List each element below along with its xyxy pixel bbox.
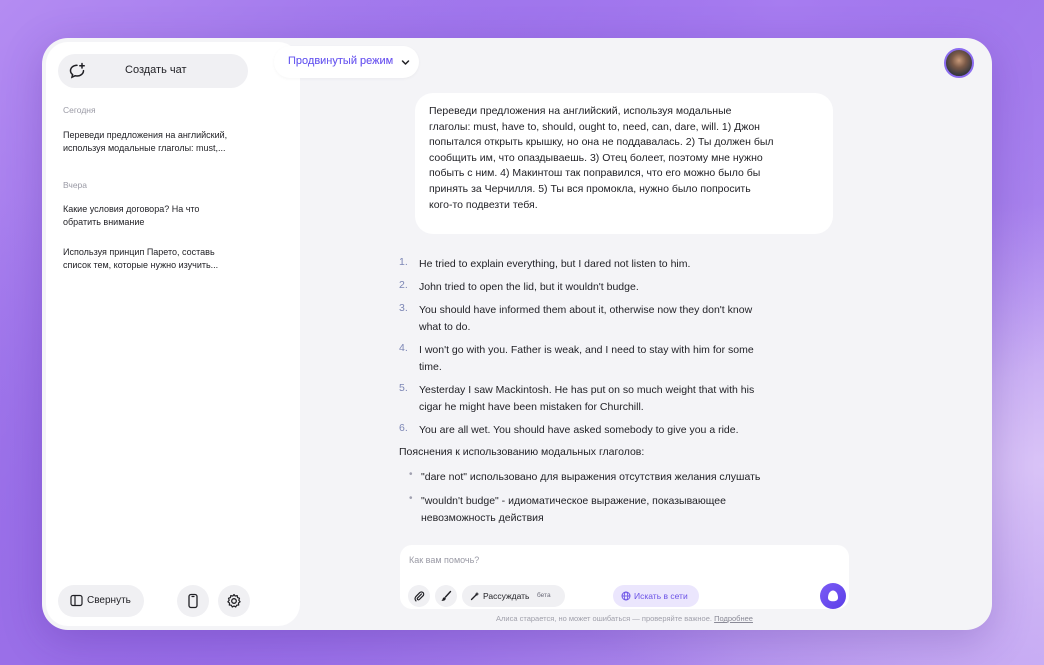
sidebar: Создать чат Сегодня Переведи предложения… [46,42,300,626]
collapse-sidebar-button[interactable]: Свернуть [58,585,144,617]
history-item[interactable]: Какие условия договора? На что обратить … [63,203,263,228]
reason-label: Рассуждать [483,591,530,601]
list-text: cigar he might have been mistaken for Ch… [419,401,644,413]
more-link[interactable]: Подробнее [714,614,753,623]
list-text: time. [419,361,442,373]
mode-label: Продвинутый режим [288,55,394,67]
history-item-line: Какие условия договора? На что [63,204,200,214]
user-avatar[interactable] [944,48,974,78]
mobile-app-button[interactable] [177,585,209,617]
list-text: Yesterday I saw Mackintosh. He has put o… [419,384,755,396]
section-today: Сегодня [63,105,96,115]
globe-icon [621,591,631,601]
app-window: Создать чат Сегодня Переведи предложения… [42,38,992,630]
message-line: кого-то подвезти тебя. [429,198,538,211]
draw-button[interactable] [435,585,457,607]
new-chat-button[interactable]: Создать чат [58,54,248,88]
collapse-label: Свернуть [87,595,131,606]
history-item-line: список тем, которые нужно изучить... [63,259,219,270]
history-item-line: Переведи предложения на английский, [63,130,228,140]
message-input-box[interactable]: Как вам помочь? Рассуждать бета Искать в… [400,545,849,609]
brush-icon [441,590,452,601]
message-input-placeholder[interactable]: Как вам помочь? [409,555,479,565]
new-chat-label: Создать чат [125,64,187,76]
web-search-toggle[interactable]: Искать в сети [613,585,699,607]
user-message: Переведи предложения на английский, испо… [415,93,833,234]
message-line: Переведи предложения на английский, испо… [429,105,732,117]
list-number: 1. [399,256,408,268]
history-item[interactable]: Используя принцип Парето, составь список… [63,246,263,271]
list-text: John tried to open the lid, but it would… [419,281,639,293]
message-line: побыть с ним. 4) Макинтош так поправился… [429,167,761,180]
web-search-label: Искать в сети [634,591,688,601]
bullet-text: "wouldn't budge" - идиоматическое выраже… [421,495,726,507]
gear-icon [227,593,241,608]
history-item-line: обратить внимание [63,216,145,227]
message-line: сообщить им, что опаздываешь. 3) Отец бо… [429,151,763,164]
message-line: попытался открыть крышку, но она не подд… [429,136,774,149]
list-text: what to do. [419,321,471,333]
attach-button[interactable] [408,585,430,607]
paperclip-icon [414,591,425,602]
list-number: 6. [399,422,408,434]
section-yesterday: Вчера [63,180,87,190]
sparkle-icon [470,591,480,601]
list-text: You are all wet. You should have asked s… [419,424,739,436]
bullet-text: "dare not" использовано для выражения от… [421,471,761,483]
history-item-line: используя модальные глаголы: must,... [63,142,226,153]
alice-voice-button[interactable] [820,583,846,609]
list-number: 2. [399,279,408,291]
message-line: принять за Черчилля. 5) Ты вся промокла,… [429,182,751,195]
list-number: 3. [399,302,408,314]
list-number: 5. [399,382,408,394]
new-chat-icon [69,62,85,79]
bullet-dot: • [409,493,413,504]
alice-logo-icon [828,590,838,602]
reason-toggle[interactable]: Рассуждать бета [462,585,565,607]
beta-badge: бета [537,592,551,599]
explanation-title: Пояснения к использованию модальных глаг… [399,446,645,458]
list-text: He tried to explain everything, but I da… [419,258,691,270]
settings-button[interactable] [218,585,250,617]
message-line: глаголы: must, have to, should, ought to… [429,120,760,133]
footer-disclaimer: Алиса старается, но может ошибаться — пр… [400,614,849,623]
list-text: You should have informed them about it, … [419,304,753,316]
mode-selector[interactable]: Продвинутый режим [274,46,419,78]
history-item-line: Используя принцип Парето, составь [63,247,215,257]
list-text: I won't go with you. Father is weak, and… [419,344,754,356]
history-item[interactable]: Переведи предложения на английский, испо… [63,129,263,154]
disclaimer-text: Алиса старается, но может ошибаться — пр… [496,614,712,623]
chevron-down-icon [401,60,410,65]
sidebar-panel-icon [70,594,83,607]
list-number: 4. [399,342,408,354]
phone-icon [188,593,198,609]
bullet-dot: • [409,469,413,480]
bullet-text: невозможность действия [421,512,544,524]
